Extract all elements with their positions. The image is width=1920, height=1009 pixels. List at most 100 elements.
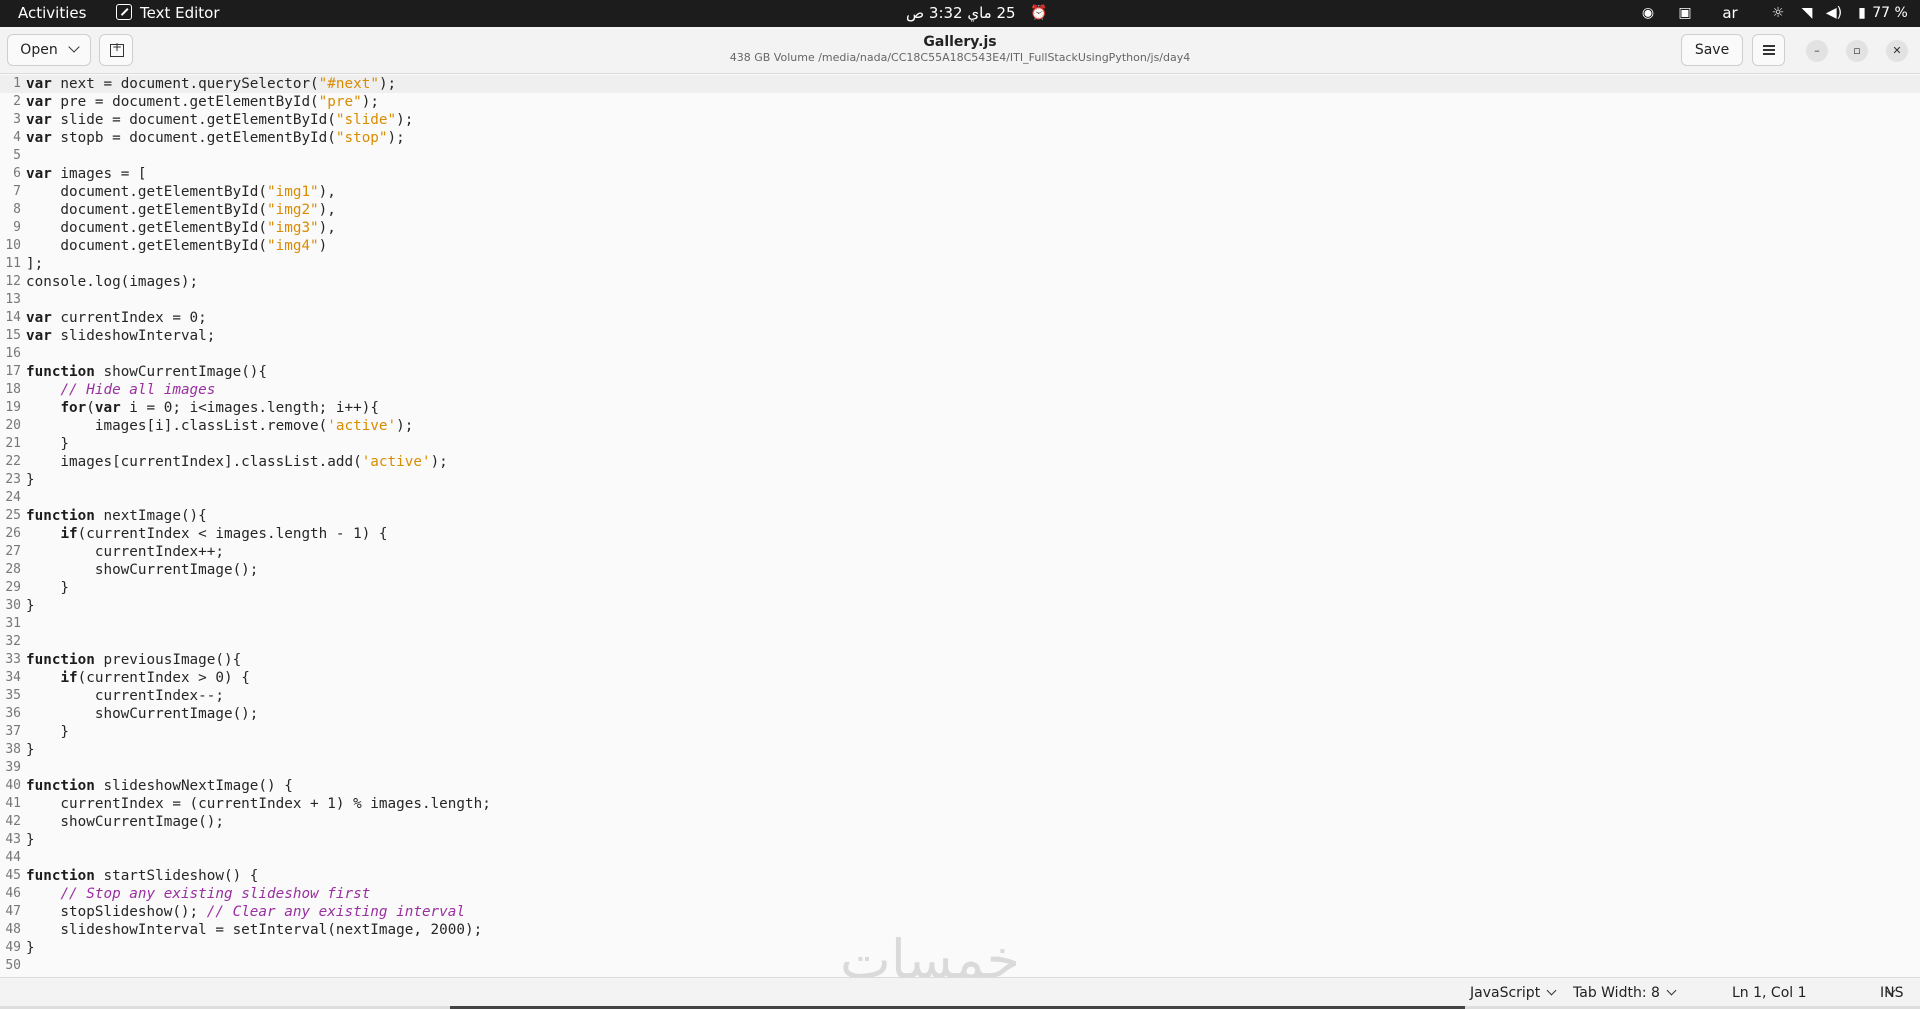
code-line[interactable]: 31 bbox=[0, 615, 1920, 633]
line-number: 27 bbox=[5, 544, 21, 559]
line-text: var next = document.querySelector("#next… bbox=[26, 76, 397, 92]
language-label: JavaScript bbox=[1470, 985, 1541, 1001]
app-name: Text Editor bbox=[140, 4, 220, 22]
system-top-bar: Activities Text Editor 25 ماي 3:32 ص ⏰ ◉… bbox=[0, 0, 1920, 27]
code-line[interactable]: 38} bbox=[0, 741, 1920, 759]
open-button[interactable]: Open bbox=[7, 34, 91, 66]
code-line[interactable]: 8 document.getElementById("img2"), bbox=[0, 201, 1920, 219]
code-line[interactable]: 13 bbox=[0, 291, 1920, 309]
line-text: var currentIndex = 0; bbox=[26, 310, 207, 326]
code-line[interactable]: 19 for(var i = 0; i<images.length; i++){ bbox=[0, 399, 1920, 417]
line-text: } bbox=[26, 742, 35, 758]
code-line[interactable]: 14 var currentIndex = 0; bbox=[0, 309, 1920, 327]
line-number: 16 bbox=[5, 346, 21, 361]
line-number: 12 bbox=[5, 274, 21, 289]
code-line[interactable]: 24 bbox=[0, 489, 1920, 507]
code-line[interactable]: 11]; bbox=[0, 255, 1920, 273]
line-number: 23 bbox=[5, 472, 21, 487]
code-line[interactable]: 27 currentIndex++; bbox=[0, 543, 1920, 561]
code-line[interactable]: 22 images[currentIndex].classList.add('a… bbox=[0, 453, 1920, 471]
code-editor[interactable]: 1 var next = document.querySelector("#nex… bbox=[0, 74, 1920, 976]
code-line[interactable]: 2 var pre = document.getElementById("pre"… bbox=[0, 93, 1920, 111]
line-text: var stopb = document.getElementById("sto… bbox=[26, 130, 405, 146]
code-line[interactable]: 36 showCurrentImage(); bbox=[0, 705, 1920, 723]
insert-mode[interactable]: INS bbox=[1880, 978, 1904, 1008]
chrome-icon[interactable]: ◉ bbox=[1638, 0, 1658, 27]
code-line[interactable]: 7 document.getElementById("img1"), bbox=[0, 183, 1920, 201]
code-line[interactable]: 39 bbox=[0, 759, 1920, 777]
code-line[interactable]: 37 } bbox=[0, 723, 1920, 741]
code-line[interactable]: 45 function startSlideshow() { bbox=[0, 867, 1920, 885]
line-text: stopSlideshow(); // Clear any existing i… bbox=[26, 904, 465, 920]
line-text: // Hide all images bbox=[60, 382, 216, 398]
code-line[interactable]: 34 if(currentIndex > 0) { bbox=[0, 669, 1920, 687]
brightness-icon[interactable]: ☼ bbox=[1768, 0, 1788, 27]
battery-icon[interactable]: ▮ bbox=[1852, 0, 1872, 27]
code-line[interactable]: 6 var images = [ bbox=[0, 165, 1920, 183]
code-line[interactable]: 47 stopSlideshow(); // Clear any existin… bbox=[0, 903, 1920, 921]
code-line[interactable]: 3 var slide = document.getElementById("sl… bbox=[0, 111, 1920, 129]
code-line[interactable]: 41 currentIndex = (currentIndex + 1) % i… bbox=[0, 795, 1920, 813]
line-text: } bbox=[26, 436, 70, 452]
code-line[interactable]: 42 showCurrentImage(); bbox=[0, 813, 1920, 831]
code-line[interactable]: 40 function slideshowNextImage() { bbox=[0, 777, 1920, 795]
code-line[interactable]: 29 } bbox=[0, 579, 1920, 597]
main-menu-button[interactable] bbox=[1752, 34, 1785, 66]
code-line[interactable]: 20 images[i].classList.remove('active'); bbox=[0, 417, 1920, 435]
line-number: 48 bbox=[5, 922, 21, 937]
minimize-button[interactable]: – bbox=[1806, 40, 1828, 62]
line-number: 37 bbox=[5, 724, 21, 739]
code-line[interactable]: 15 var slideshowInterval; bbox=[0, 327, 1920, 345]
code-line[interactable]: 4 var stopb = document.getElementById("st… bbox=[0, 129, 1920, 147]
code-line[interactable]: 9 document.getElementById("img3"), bbox=[0, 219, 1920, 237]
line-number: 24 bbox=[5, 490, 21, 505]
activities-button[interactable]: Activities bbox=[18, 0, 86, 27]
code-line[interactable]: 44 bbox=[0, 849, 1920, 867]
code-line[interactable]: 28 showCurrentImage(); bbox=[0, 561, 1920, 579]
line-text: } bbox=[26, 940, 35, 956]
code-line[interactable]: 30} bbox=[0, 597, 1920, 615]
new-document-button[interactable] bbox=[99, 34, 133, 66]
code-line[interactable]: 18 // Hide all images bbox=[0, 381, 1920, 399]
clock[interactable]: 25 ماي 3:32 ص bbox=[906, 0, 1016, 27]
code-line[interactable]: 46 // Stop any existing slideshow first bbox=[0, 885, 1920, 903]
code-line[interactable]: 43} bbox=[0, 831, 1920, 849]
save-button[interactable]: Save bbox=[1681, 34, 1743, 66]
close-button[interactable]: ✕ bbox=[1886, 40, 1908, 62]
volume-icon[interactable]: ◀) bbox=[1824, 0, 1844, 27]
app-menu[interactable]: Text Editor bbox=[116, 0, 220, 27]
code-line[interactable]: 12 console.log(images); bbox=[0, 273, 1920, 291]
chevron-down-icon bbox=[1666, 985, 1677, 996]
line-number: 8 bbox=[13, 202, 21, 217]
code-line[interactable]: 17 function showCurrentImage(){ bbox=[0, 363, 1920, 381]
line-number: 44 bbox=[5, 850, 21, 865]
code-line[interactable]: 35 currentIndex--; bbox=[0, 687, 1920, 705]
line-number: 43 bbox=[5, 832, 21, 847]
language-selector[interactable]: JavaScript bbox=[1470, 978, 1557, 1008]
line-text: if(currentIndex > 0) { bbox=[60, 670, 250, 686]
document-path: 438 GB Volume /media/nada/CC18C55A18C543… bbox=[729, 51, 1191, 64]
line-number: 29 bbox=[5, 580, 21, 595]
maximize-button[interactable]: ▫ bbox=[1846, 40, 1868, 62]
line-text: function nextImage(){ bbox=[26, 508, 207, 524]
keyboard-layout[interactable]: ar bbox=[1720, 0, 1740, 27]
translate-icon[interactable]: ▣ bbox=[1675, 0, 1695, 27]
code-line[interactable]: 26 if(currentIndex < images.length - 1) … bbox=[0, 525, 1920, 543]
line-text: showCurrentImage(); bbox=[26, 562, 259, 578]
code-line[interactable]: 25 function nextImage(){ bbox=[0, 507, 1920, 525]
wifi-icon[interactable]: ◥ bbox=[1797, 0, 1817, 27]
line-text: function startSlideshow() { bbox=[26, 868, 259, 884]
code-line[interactable]: 5 bbox=[0, 147, 1920, 165]
code-line[interactable]: 33 function previousImage(){ bbox=[0, 651, 1920, 669]
code-line[interactable]: 10 document.getElementById("img4") bbox=[0, 237, 1920, 255]
tab-width-selector[interactable]: Tab Width: 8 bbox=[1573, 978, 1677, 1008]
code-line[interactable]: 23} bbox=[0, 471, 1920, 489]
line-number: 33 bbox=[5, 652, 21, 667]
line-text: showCurrentImage(); bbox=[26, 814, 224, 830]
code-line[interactable]: 16 bbox=[0, 345, 1920, 363]
code-line[interactable]: 21 } bbox=[0, 435, 1920, 453]
code-line[interactable]: 32 bbox=[0, 633, 1920, 651]
cursor-position[interactable]: Ln 1, Col 1 bbox=[1732, 978, 1895, 1008]
chevron-down-icon bbox=[68, 41, 80, 53]
code-line[interactable]: 1 var next = document.querySelector("#nex… bbox=[0, 75, 1920, 93]
